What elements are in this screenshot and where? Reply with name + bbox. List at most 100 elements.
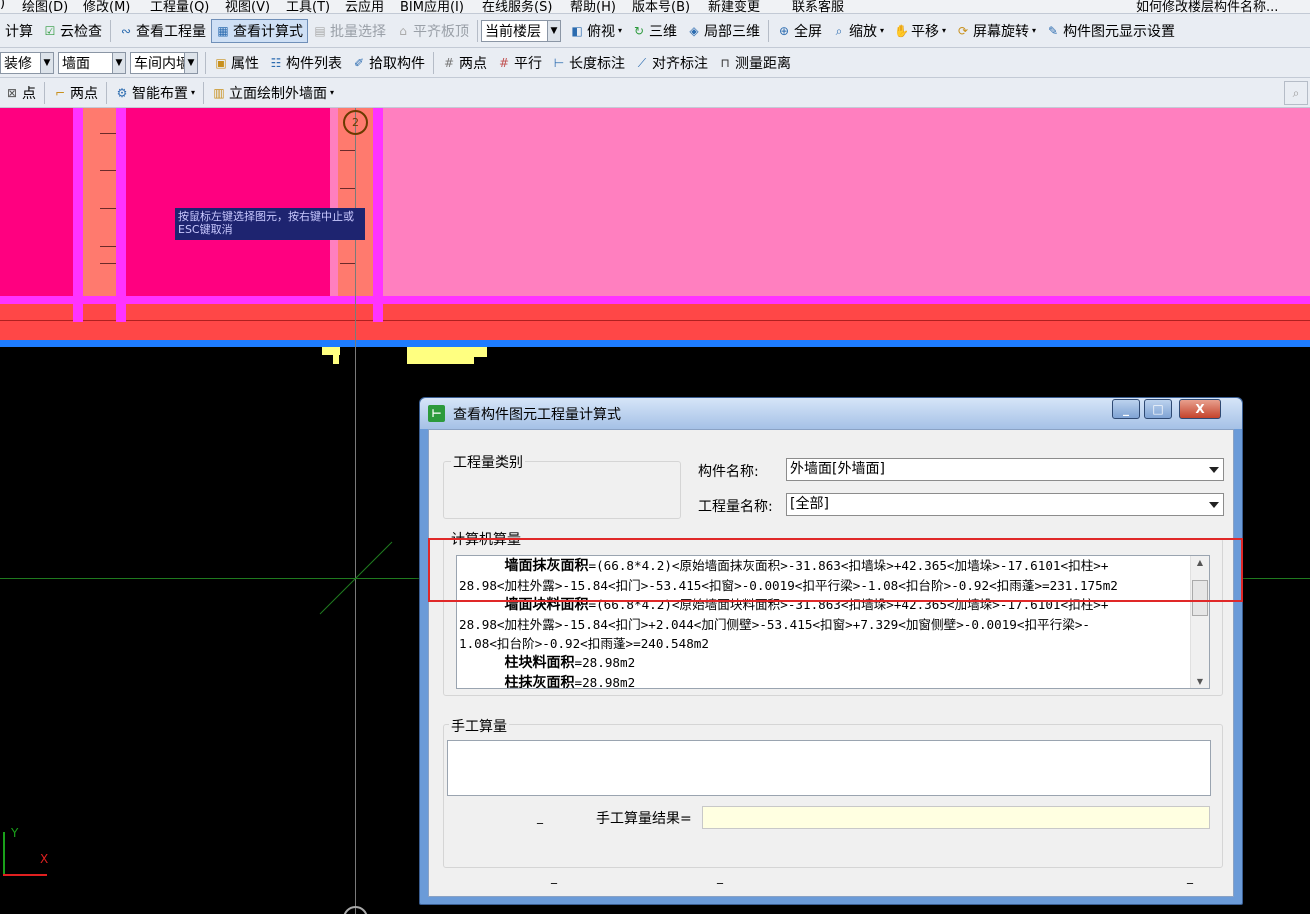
chevron-down-icon: ▼	[40, 52, 53, 73]
minimize-button[interactable]: _	[1112, 399, 1140, 419]
parallel-label: 平行	[514, 55, 542, 72]
search-icon: ⌕	[1292, 85, 1300, 100]
dropdown-icon: ▾	[330, 88, 335, 97]
elevation-icon: ▥	[213, 85, 225, 100]
magnifier-icon: ⌕	[835, 23, 843, 38]
component-select[interactable]: 车间内墙 ▼	[130, 51, 198, 74]
menu-bim[interactable]: BIM应用(I)	[400, 0, 464, 13]
menu-new-change[interactable]: 新建变更	[708, 0, 760, 13]
help-hint[interactable]: 如何修改楼层构件名称...	[1136, 0, 1278, 13]
category-select[interactable]: 装修 ▼	[0, 51, 54, 74]
menu-view[interactable]: 视图(V)	[225, 0, 270, 13]
calc-line-title: 柱块料面积	[504, 655, 575, 671]
column-edge[interactable]	[116, 108, 126, 320]
aligned-dim-button[interactable]: ⟋ 对齐标注	[630, 51, 713, 75]
column-edge[interactable]	[73, 108, 83, 320]
chevron-down-icon: ▼	[184, 52, 197, 73]
check-icon: ☑	[44, 23, 56, 38]
parallel-button[interactable]: # 平行	[492, 51, 547, 75]
close-button[interactable]: X	[1179, 399, 1221, 419]
step-element[interactable]	[333, 347, 339, 364]
search-button[interactable]: ⌕	[1284, 80, 1308, 105]
separator	[433, 51, 434, 74]
full-screen-icon: ⊕	[778, 23, 790, 38]
view-formula-button[interactable]: ▦ 查看计算式	[211, 18, 308, 43]
column-edge[interactable]	[373, 108, 383, 320]
dash-mark: _	[717, 870, 723, 884]
3d-button[interactable]: ↻ 三维	[627, 19, 682, 43]
zoom-button[interactable]: ⌕ 缩放 ▾	[827, 19, 889, 43]
elevation-draw-button[interactable]: ▥ 立面绘制外墙面 ▾	[207, 81, 339, 105]
menu-online[interactable]: 在线服务(S)	[482, 0, 552, 13]
properties-icon: ▣	[215, 55, 227, 70]
measure-distance-label: 测量距离	[735, 55, 791, 72]
maximize-button[interactable]: □	[1144, 399, 1172, 419]
flush-slab-button[interactable]: ⌂ 平齐板顶	[391, 19, 474, 43]
tick-mark	[100, 208, 116, 209]
smart-layout-icon: ⚙	[116, 85, 128, 100]
rotate-screen-button[interactable]: ⟳ 屏幕旋转 ▾	[951, 19, 1041, 43]
smart-layout-label: 智能布置	[132, 85, 188, 102]
scroll-down-icon[interactable]: ▼	[1191, 677, 1209, 686]
component-name-select[interactable]: 外墙面[外墙面]	[786, 458, 1224, 481]
wall-face-selected[interactable]	[125, 108, 330, 298]
two-points-button[interactable]: ⌐ 两点	[48, 81, 103, 105]
hand-icon: ✋	[894, 23, 909, 38]
view-quantity-button[interactable]: ∾ 查看工程量	[114, 19, 211, 43]
menu-item[interactable]: )	[0, 0, 5, 11]
aligned-dim-label: 对齐标注	[652, 55, 708, 72]
display-settings-button[interactable]: ✎ 构件图元显示设置	[1041, 19, 1180, 43]
menu-version[interactable]: 版本号(B)	[632, 0, 690, 13]
component-list-button[interactable]: ☷ 构件列表	[264, 51, 347, 75]
elevation-draw-label: 立面绘制外墙面	[229, 85, 328, 102]
menu-quantity[interactable]: 工程量(Q)	[150, 0, 209, 13]
manual-result-field[interactable]	[702, 806, 1210, 829]
rotate-icon: ⟳	[958, 23, 969, 38]
dash-mark: _	[1187, 870, 1193, 884]
step-element[interactable]	[407, 347, 474, 364]
axis-label-circle[interactable]: 2	[343, 110, 368, 135]
cloud-check-button[interactable]: ☑ 云检查	[38, 19, 107, 43]
x-axis-label: X	[40, 852, 49, 866]
batch-select-button[interactable]: ▤ 批量选择	[308, 19, 391, 43]
ground-line	[0, 340, 1310, 347]
point-button[interactable]: ⊠ 点	[0, 81, 41, 105]
menu-cloud[interactable]: 云应用	[345, 0, 384, 13]
type-select[interactable]: 墙面 ▼	[58, 51, 126, 74]
smart-layout-button[interactable]: ⚙ 智能布置 ▾	[110, 81, 200, 105]
dash-mark: _	[551, 870, 557, 884]
menu-modify[interactable]: 修改(M)	[83, 0, 130, 13]
menu-contact[interactable]: 联系客服	[792, 0, 844, 13]
display-settings-label: 构件图元显示设置	[1063, 23, 1176, 40]
dialog-title-bar[interactable]: ⊢ 查看构件图元工程量计算式 _ □ X	[420, 398, 1242, 429]
quantity-name-select[interactable]: [全部]	[786, 493, 1224, 516]
foundation-strip[interactable]	[0, 304, 1310, 340]
full-screen-button[interactable]: ⊕ 全屏	[772, 19, 827, 43]
column-face[interactable]	[83, 108, 116, 320]
floor-select[interactable]: 当前楼层 ▼	[481, 19, 561, 42]
flush-slab-label: 平齐板顶	[413, 23, 469, 40]
manual-calc-input[interactable]	[447, 740, 1211, 796]
properties-button[interactable]: ▣ 属性	[209, 51, 264, 75]
calc-line-body: 28.98<加柱外露>-15.84<扣门>+2.044<加门侧壁>-53.415…	[459, 617, 1090, 632]
y-axis-label: Y	[11, 826, 19, 840]
tick-mark	[100, 263, 116, 264]
axis-label-circle-bottom[interactable]: 2	[343, 906, 368, 914]
calc-line: 柱块料面积=28.98m2	[459, 653, 1185, 673]
menu-tools[interactable]: 工具(T)	[286, 0, 330, 13]
measure-distance-button[interactable]: ⊓ 测量距离	[713, 51, 796, 75]
pick-component-button[interactable]: ✐ 拾取构件	[347, 51, 430, 75]
column-edge	[373, 304, 383, 322]
wall-face-selected[interactable]	[0, 108, 75, 298]
length-dim-button[interactable]: ⊢ 长度标注	[547, 51, 630, 75]
menu-draw[interactable]: 绘图(D)	[22, 0, 68, 13]
line-icon: ⌐	[54, 85, 66, 100]
grid-two-points-button[interactable]: # 两点	[437, 51, 492, 75]
pan-button[interactable]: ✋ 平移 ▾	[889, 19, 951, 43]
y-axis-arrow-icon	[3, 832, 5, 876]
top-view-button[interactable]: ◧ 俯视 ▾	[565, 19, 627, 43]
local-3d-button[interactable]: ◈ 局部三维	[682, 19, 765, 43]
calc-button[interactable]: 计算	[0, 19, 38, 43]
menu-help[interactable]: 帮助(H)	[570, 0, 616, 13]
calc-line-body: =28.98m2	[574, 675, 636, 689]
